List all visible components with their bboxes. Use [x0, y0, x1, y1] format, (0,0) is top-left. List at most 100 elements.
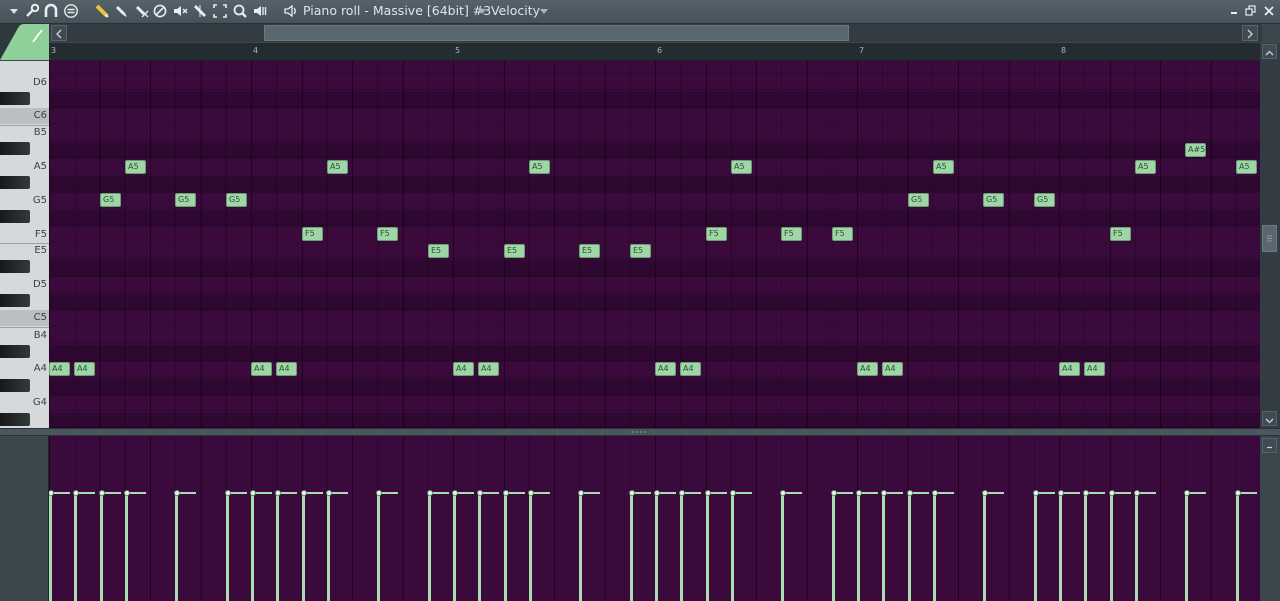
vertical-scroll-thumb[interactable] [1262, 225, 1277, 252]
velocity-handle[interactable] [225, 490, 231, 496]
velocity-bar[interactable] [933, 493, 936, 601]
note[interactable]: A4 [680, 362, 701, 376]
velocity-handle[interactable] [1109, 490, 1115, 496]
note[interactable]: G5 [908, 193, 929, 207]
mode-dropdown-icon[interactable] [540, 9, 548, 14]
pencil-icon[interactable] [93, 2, 111, 20]
velocity-handle[interactable] [578, 490, 584, 496]
velocity-handle[interactable] [250, 490, 256, 496]
delete-icon[interactable] [132, 2, 150, 20]
velocity-handle[interactable] [1235, 490, 1241, 496]
note[interactable]: A5 [529, 160, 550, 174]
velocity-bar[interactable] [630, 493, 633, 601]
velocity-editor[interactable] [49, 436, 1260, 601]
velocity-bar[interactable] [706, 493, 709, 601]
note[interactable]: A4 [251, 362, 272, 376]
velocity-bar[interactable] [453, 493, 456, 601]
velocity-bar[interactable] [781, 493, 784, 601]
velocity-handle[interactable] [49, 490, 54, 496]
minimize-icon[interactable] [1228, 4, 1242, 18]
mute-icon[interactable] [151, 2, 169, 20]
velocity-handle[interactable] [275, 490, 281, 496]
velocity-handle[interactable] [174, 490, 180, 496]
slice-icon[interactable] [191, 2, 209, 20]
note[interactable]: A4 [49, 362, 70, 376]
note[interactable]: A5 [1135, 160, 1156, 174]
velocity-bar[interactable] [1034, 493, 1037, 601]
note[interactable]: A4 [1059, 362, 1080, 376]
scroll-right-button[interactable] [1242, 25, 1258, 41]
velocity-bar[interactable] [428, 493, 431, 601]
magnet-icon[interactable] [42, 2, 60, 20]
stamp-icon[interactable] [62, 2, 80, 20]
scroll-left-button[interactable] [51, 25, 67, 41]
velocity-bar[interactable] [908, 493, 911, 601]
velocity-bar[interactable] [882, 493, 885, 601]
scroll-down-button[interactable] [1262, 411, 1277, 426]
velocity-bar[interactable] [857, 493, 860, 601]
velocity-bar[interactable] [1135, 493, 1138, 601]
velocity-bar[interactable] [1059, 493, 1062, 601]
velocity-handle[interactable] [503, 490, 509, 496]
note[interactable]: G5 [226, 193, 247, 207]
velocity-handle[interactable] [1134, 490, 1140, 496]
velocity-handle[interactable] [629, 490, 635, 496]
note[interactable]: A5 [327, 160, 348, 174]
velocity-handle[interactable] [881, 490, 887, 496]
velocity-bar[interactable] [529, 493, 532, 601]
title-dropdown-icon[interactable] [478, 9, 486, 14]
black-key[interactable] [0, 210, 30, 223]
note[interactable]: G5 [100, 193, 121, 207]
paint-brush-icon[interactable] [112, 2, 130, 20]
note[interactable]: A5 [1236, 160, 1257, 174]
note[interactable]: G5 [1034, 193, 1055, 207]
event-mode-selector[interactable]: Velocity [491, 3, 540, 18]
note[interactable]: A4 [276, 362, 297, 376]
note[interactable]: E5 [428, 244, 449, 258]
speaker-icon[interactable] [282, 2, 300, 20]
playback-tool-icon[interactable] [0, 24, 49, 60]
velocity-bar[interactable] [655, 493, 658, 601]
note[interactable]: A4 [74, 362, 95, 376]
velocity-handle[interactable] [427, 490, 433, 496]
velocity-bar[interactable] [579, 493, 582, 601]
velocity-bar[interactable] [504, 493, 507, 601]
playback-icon[interactable] [251, 2, 269, 20]
maximize-icon[interactable] [1244, 4, 1258, 18]
note[interactable]: A5 [731, 160, 752, 174]
velocity-handle[interactable] [932, 490, 938, 496]
window-title[interactable]: Piano roll - Massive [64bit] #3 [303, 3, 491, 18]
note[interactable]: E5 [630, 244, 651, 258]
velocity-bar[interactable] [276, 493, 279, 601]
velocity-handle[interactable] [1058, 490, 1064, 496]
velocity-bar[interactable] [1185, 493, 1188, 601]
velocity-handle[interactable] [856, 490, 862, 496]
velocity-bar[interactable] [377, 493, 380, 601]
scroll-up-button[interactable] [1262, 44, 1277, 59]
note[interactable]: A4 [655, 362, 676, 376]
note[interactable]: F5 [706, 227, 727, 241]
black-key[interactable] [0, 345, 30, 358]
note[interactable]: A#5 [1185, 143, 1206, 157]
velocity-handle[interactable] [124, 490, 130, 496]
velocity-handle[interactable] [301, 490, 307, 496]
black-key[interactable] [0, 294, 30, 307]
horizontal-scroll-thumb[interactable] [264, 25, 849, 41]
note[interactable]: A4 [857, 362, 878, 376]
velocity-bar[interactable] [478, 493, 481, 601]
note[interactable]: E5 [504, 244, 525, 258]
velocity-handle[interactable] [780, 490, 786, 496]
note[interactable]: F5 [1110, 227, 1131, 241]
wrench-icon[interactable] [23, 2, 41, 20]
velocity-handle[interactable] [654, 490, 660, 496]
note[interactable]: F5 [781, 227, 802, 241]
velocity-handle[interactable] [1083, 490, 1089, 496]
velocity-bar[interactable] [100, 493, 103, 601]
velocity-bar[interactable] [731, 493, 734, 601]
menu-arrow-icon[interactable] [5, 2, 23, 20]
velocity-bar[interactable] [175, 493, 178, 601]
velocity-handle[interactable] [730, 490, 736, 496]
event-editor-menu-button[interactable] [1262, 438, 1277, 453]
note[interactable]: A4 [453, 362, 474, 376]
velocity-handle[interactable] [831, 490, 837, 496]
